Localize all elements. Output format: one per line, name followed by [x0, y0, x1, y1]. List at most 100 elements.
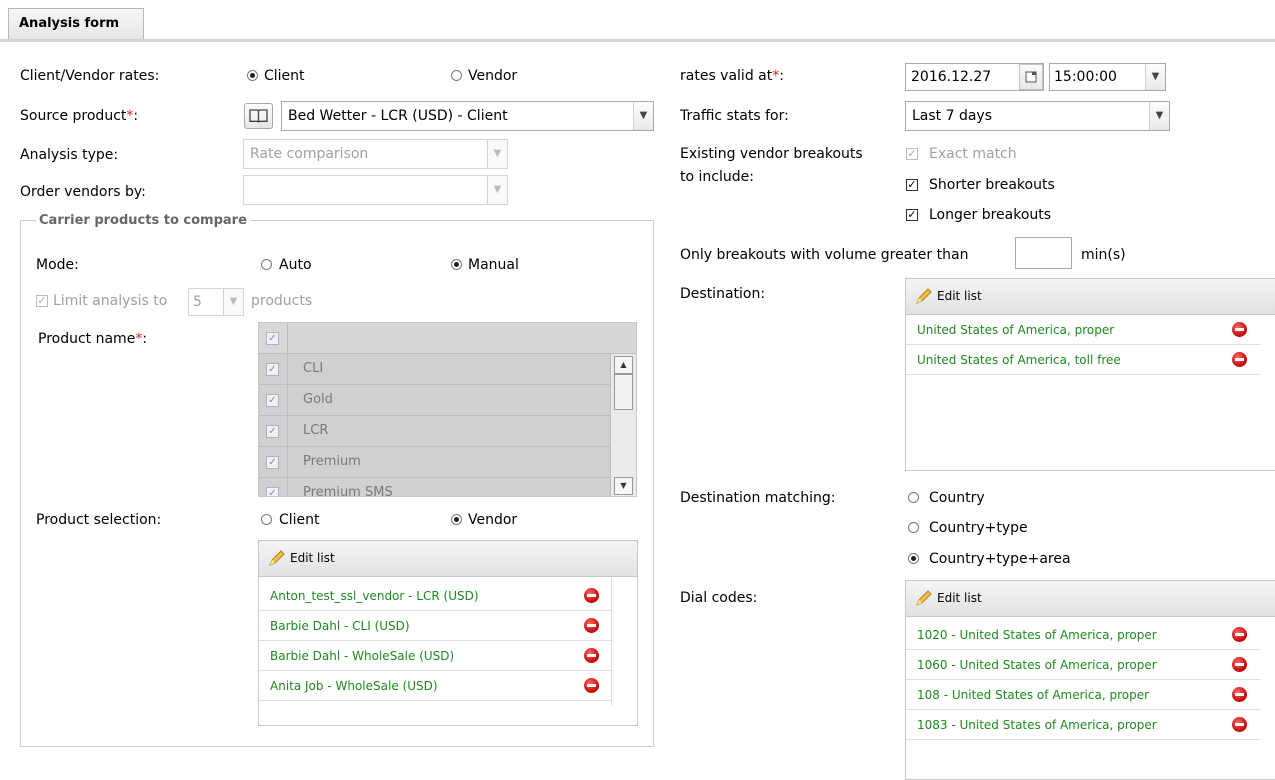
shorter-breakouts-checkbox[interactable]: ✓ [906, 179, 918, 191]
product-name: Gold [303, 392, 333, 407]
match-country-type-label: Country+type [929, 520, 1028, 536]
tab-bar: Analysis form [0, 0, 1275, 42]
rates-date-input[interactable]: 2016.12.27 [905, 63, 1044, 91]
book-icon [249, 109, 268, 123]
order-vendors-label: Order vendors by: [20, 184, 146, 200]
grid-scrollbar[interactable]: ▲ ▼ [610, 354, 636, 496]
grid-row[interactable]: ✓ Gold [259, 385, 611, 416]
grid-row[interactable]: ✓ Premium SMS [259, 478, 611, 497]
match-country-type-radio[interactable] [908, 522, 919, 533]
vendor-product-list: Edit list Anton_test_ssl_vendor - LCR (U… [258, 540, 638, 726]
grid-row[interactable]: ✓ Premium [259, 447, 611, 478]
grid-header: ✓ [259, 323, 636, 354]
product-checkbox[interactable]: ✓ [266, 456, 279, 469]
rates-valid-label: rates valid at*: [680, 68, 784, 84]
remove-icon[interactable] [1232, 717, 1247, 732]
limit-analysis-checkbox[interactable]: ✓ [36, 295, 48, 307]
scroll-thumb[interactable] [614, 374, 633, 410]
volume-label: Only breakouts with volume greater than [680, 247, 969, 263]
dial-codes-label: Dial codes: [680, 590, 758, 606]
chevron-down-icon[interactable]: ▼ [487, 140, 507, 168]
longer-breakouts-label: Longer breakouts [929, 207, 1052, 223]
tab-analysis-form[interactable]: Analysis form [8, 8, 144, 39]
grid-row[interactable]: ✓ LCR [259, 416, 611, 447]
product-name-label: Product name*: [38, 331, 148, 347]
destination-list: Edit list United States of America, prop… [905, 278, 1275, 471]
remove-icon[interactable] [584, 618, 599, 633]
list-item: Anton_test_ssl_vendor - LCR (USD) [259, 581, 613, 611]
rates-time-select[interactable]: 15:00:00 ▼ [1049, 63, 1166, 91]
chevron-down-icon[interactable]: ▼ [633, 102, 653, 130]
traffic-stats-select[interactable]: Last 7 days ▼ [905, 101, 1170, 131]
edit-list-button[interactable]: Edit list [259, 541, 637, 577]
limit-analysis-label: Limit analysis to [53, 293, 168, 309]
dial-codes-list: Edit list 1020 - United States of Americ… [905, 580, 1275, 780]
list-item: 108 - United States of America, proper [906, 680, 1261, 710]
remove-icon[interactable] [1232, 627, 1247, 642]
grid-row[interactable]: ✓ CLI [259, 354, 611, 385]
limit-count-select[interactable]: 5 ▼ [188, 288, 244, 316]
edit-list-button[interactable]: Edit list [906, 279, 1275, 315]
list-item-text: 1060 - United States of America, proper [917, 658, 1157, 672]
volume-input[interactable] [1015, 237, 1072, 269]
chevron-down-icon[interactable]: ▼ [487, 176, 507, 204]
edit-list-button[interactable]: Edit list [906, 581, 1275, 617]
rates-client-radio[interactable] [247, 70, 258, 81]
browse-product-button[interactable] [244, 103, 273, 129]
remove-icon[interactable] [1232, 322, 1247, 337]
order-vendors-select[interactable]: ▼ [243, 175, 508, 205]
pencil-icon [916, 590, 932, 606]
product-checkbox[interactable]: ✓ [266, 425, 279, 438]
chevron-down-icon[interactable]: ▼ [1145, 64, 1165, 90]
mode-auto-radio[interactable] [261, 259, 272, 270]
match-country-label: Country [929, 490, 985, 506]
calendar-icon[interactable] [1019, 64, 1043, 90]
chevron-down-icon[interactable]: ▼ [1149, 102, 1169, 130]
exact-match-checkbox[interactable]: ✓ [906, 148, 918, 160]
product-selection-label: Product selection: [36, 512, 162, 528]
product-name: Premium SMS [303, 485, 393, 497]
analysis-type-select[interactable]: Rate comparison ▼ [243, 139, 508, 169]
remove-icon[interactable] [584, 648, 599, 663]
selection-vendor-radio[interactable] [451, 514, 462, 525]
analysis-type-value: Rate comparison [250, 146, 369, 162]
remove-icon[interactable] [584, 678, 599, 693]
match-country-type-area-radio[interactable] [908, 553, 919, 564]
mode-manual-radio[interactable] [451, 259, 462, 270]
remove-icon[interactable] [1232, 687, 1247, 702]
edit-list-label: Edit list [290, 551, 335, 565]
mode-label: Mode: [36, 257, 79, 273]
edit-list-label: Edit list [937, 289, 982, 303]
chevron-down-icon[interactable]: ▼ [223, 289, 243, 315]
selection-client-radio[interactable] [261, 514, 272, 525]
remove-icon[interactable] [584, 588, 599, 603]
match-country-radio[interactable] [908, 492, 919, 503]
list-item: Barbie Dahl - WholeSale (USD) [259, 641, 613, 671]
remove-icon[interactable] [1232, 657, 1247, 672]
rates-vendor-radio[interactable] [451, 70, 462, 81]
tab-underline [0, 39, 1275, 42]
pencil-icon [916, 288, 932, 304]
scroll-up-arrow-icon[interactable]: ▲ [614, 356, 633, 374]
product-checkbox[interactable]: ✓ [266, 487, 279, 496]
longer-breakouts-checkbox[interactable]: ✓ [906, 209, 918, 221]
selection-vendor-label: Vendor [468, 512, 518, 528]
product-checkbox[interactable]: ✓ [266, 394, 279, 407]
remove-icon[interactable] [1232, 352, 1247, 367]
list-item-text: Barbie Dahl - WholeSale (USD) [270, 649, 455, 663]
product-name: Premium [303, 454, 361, 469]
selection-client-label: Client [279, 512, 320, 528]
analysis-type-label: Analysis type: [20, 147, 119, 163]
match-country-type-area-label: Country+type+area [929, 551, 1071, 567]
select-all-checkbox[interactable]: ✓ [266, 332, 279, 345]
carrier-products-legend: Carrier products to compare [36, 212, 250, 229]
scroll-down-arrow-icon[interactable]: ▼ [614, 477, 633, 495]
product-checkbox[interactable]: ✓ [266, 363, 279, 376]
list-item: Barbie Dahl - CLI (USD) [259, 611, 613, 641]
source-product-label: Source product*: [20, 108, 139, 124]
limit-products-suffix: products [251, 293, 313, 309]
source-product-select[interactable]: Bed Wetter - LCR (USD) - Client ▼ [281, 101, 654, 131]
list-item-text: United States of America, toll free [917, 353, 1121, 367]
product-name: LCR [303, 423, 329, 438]
destination-label: Destination: [680, 286, 766, 302]
